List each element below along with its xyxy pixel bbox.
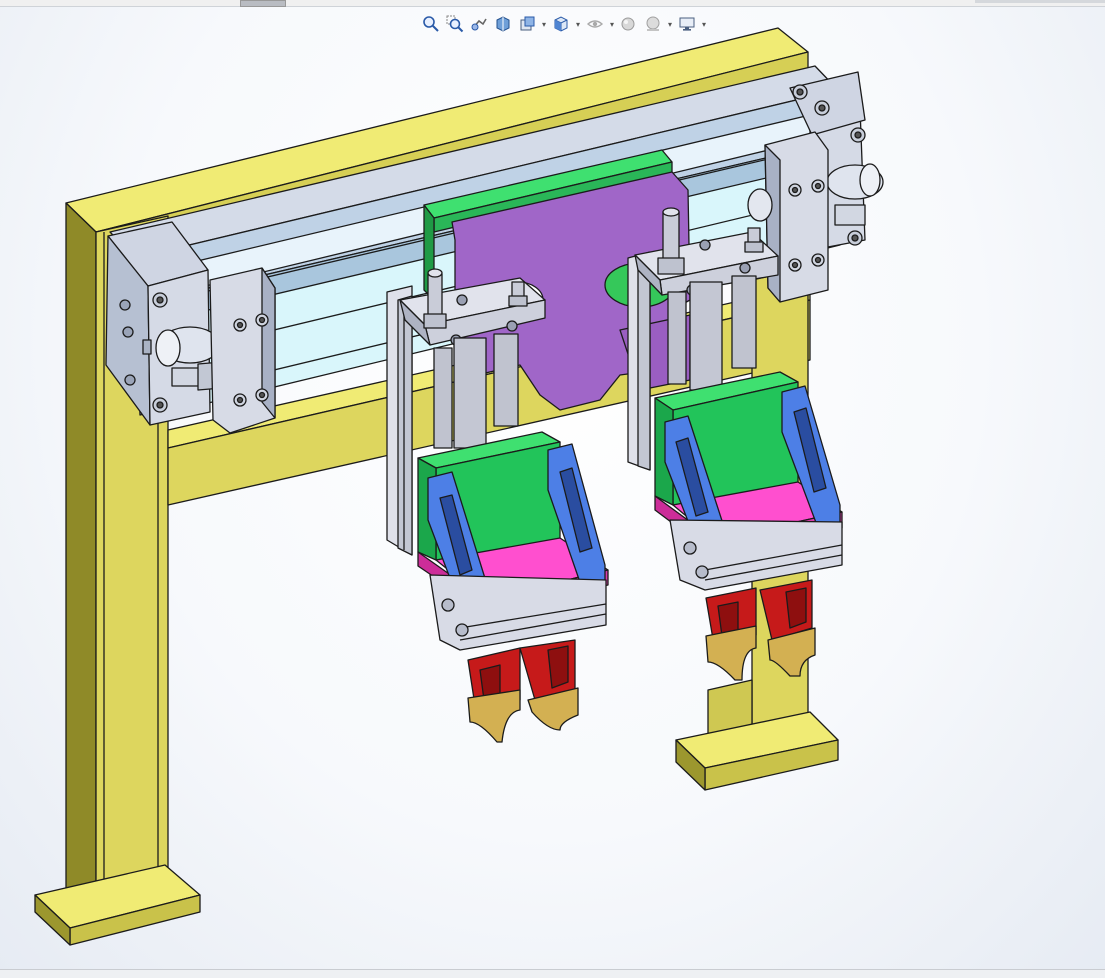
right-guide-rod (667, 291, 687, 385)
cad-model-assembly[interactable] (0, 0, 1105, 977)
left-guide-rod-2 (493, 333, 519, 427)
right-piston-rod (689, 281, 723, 391)
frame-left-leg-side (65, 202, 97, 921)
right-guide-rod-2 (731, 275, 757, 369)
left-jaw-gold-1 (467, 689, 521, 743)
right-jaw-gold-1 (705, 625, 757, 681)
left-piston-rod (453, 337, 487, 449)
left-grey-plate (429, 574, 607, 651)
right-grey-plate (669, 519, 843, 591)
left-guide-rod (433, 347, 453, 449)
